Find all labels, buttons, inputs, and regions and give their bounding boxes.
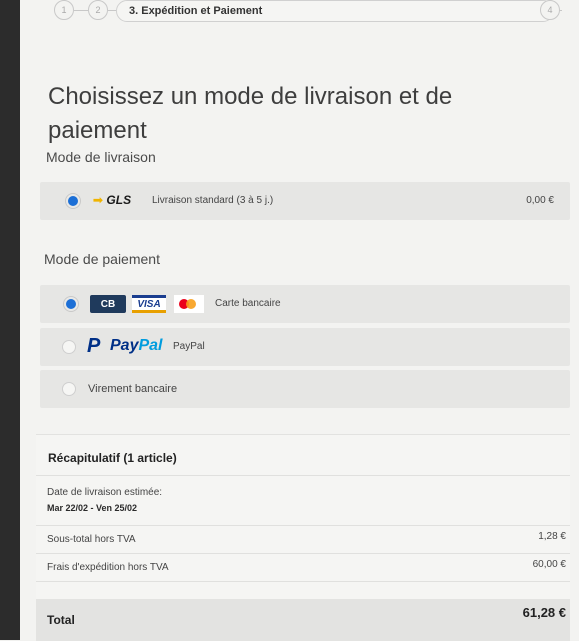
left-edge	[0, 0, 20, 640]
payment-section-title: Mode de paiement	[44, 251, 160, 267]
step-1[interactable]: 1	[54, 0, 74, 20]
order-summary: Récapitulatif (1 article) Date de livrai…	[36, 434, 570, 641]
paypal-logo: PayPal	[110, 337, 162, 355]
step-2[interactable]: 2	[88, 0, 108, 20]
total-value: 61,28 €	[522, 605, 566, 620]
payment-radio[interactable]	[62, 382, 76, 396]
payment-option-transfer[interactable]: Virement bancaire	[40, 370, 570, 408]
subtotal-label: Sous-total hors TVA	[47, 534, 136, 545]
summary-title: Récapitulatif (1 article)	[48, 451, 177, 465]
paypal-logo-pay: Pay	[110, 337, 139, 354]
cb-logo: CB	[90, 295, 126, 313]
divider	[36, 475, 570, 476]
step-connector	[108, 10, 116, 11]
divider	[36, 553, 570, 554]
total-bar: Total 61,28 €	[36, 599, 570, 641]
payment-radio[interactable]	[62, 340, 76, 354]
step-connector	[74, 10, 88, 11]
shipping-label: Frais d'expédition hors TVA	[47, 562, 169, 573]
payment-radio-selected[interactable]	[64, 297, 78, 311]
shipping-value: 60,00 €	[532, 559, 566, 570]
divider	[36, 525, 570, 526]
gls-logo: ➟ GLS	[93, 193, 131, 207]
subtotal-value: 1,28 €	[538, 531, 566, 542]
delivery-option-price: 0,00 €	[526, 195, 554, 206]
paypal-logo-pal: Pal	[138, 337, 163, 354]
total-label: Total	[47, 613, 75, 627]
payment-option-label: Carte bancaire	[215, 298, 281, 309]
step-4: 4	[540, 0, 560, 20]
payment-option-label: PayPal	[173, 341, 205, 352]
gls-logo-text: GLS	[106, 193, 132, 207]
paypal-icon: P	[87, 335, 101, 357]
delivery-radio-selected[interactable]	[66, 194, 80, 208]
payment-option-paypal[interactable]: P PayPal PayPal	[40, 328, 570, 366]
delivery-date-label: Date de livraison estimée:	[47, 487, 163, 498]
payment-option-card[interactable]: CB VISA Carte bancaire	[40, 285, 570, 323]
page-title: Choisissez un mode de livraison et de pa…	[48, 83, 453, 145]
step-3-active: 3. Expédition et Paiement	[116, 0, 554, 22]
gls-swoosh-icon: ➟	[93, 193, 104, 207]
mastercard-icon	[174, 295, 204, 313]
delivery-date-value: Mar 22/02 - Ven 25/02	[47, 503, 138, 513]
payment-option-label: Virement bancaire	[88, 383, 178, 395]
visa-logo: VISA	[132, 295, 166, 313]
delivery-option-gls[interactable]: ➟ GLS Livraison standard (3 à 5 j.) 0,00…	[40, 182, 570, 220]
divider	[36, 581, 570, 582]
checkout-stepper: 1 2 3. Expédition et Paiement 4	[26, 0, 566, 22]
delivery-option-label: Livraison standard (3 à 5 j.)	[152, 195, 274, 206]
delivery-section-title: Mode de livraison	[46, 149, 156, 165]
